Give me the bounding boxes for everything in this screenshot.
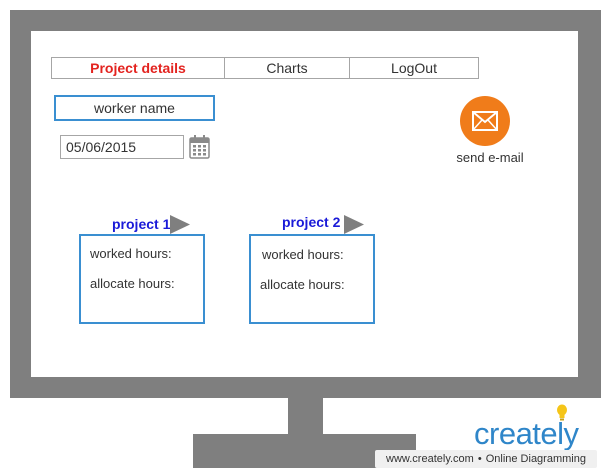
project-2-allocate-hours-label: allocate hours: <box>260 277 345 292</box>
worker-name-input[interactable]: worker name <box>54 95 215 121</box>
footer-tagline: Online Diagramming <box>485 453 586 465</box>
project-2-arrow-icon[interactable] <box>344 215 364 234</box>
tab-charts[interactable]: Charts <box>225 58 350 78</box>
lightbulb-icon <box>557 404 567 421</box>
envelope-icon <box>472 111 498 131</box>
calendar-icon[interactable] <box>189 135 210 159</box>
tab-bar: Project details Charts LogOut <box>51 57 479 79</box>
tab-project-details[interactable]: Project details <box>52 58 225 78</box>
send-email-label: send e-mail <box>456 150 524 165</box>
screen <box>31 31 578 377</box>
project-1-worked-hours-label: worked hours: <box>90 246 172 261</box>
tab-logout[interactable]: LogOut <box>350 58 478 78</box>
footer-url[interactable]: www.creately.com <box>386 453 474 465</box>
project-2-title: project 2 <box>282 214 341 230</box>
project-1-card: worked hours: allocate hours: <box>79 234 205 324</box>
footer-separator: • <box>477 453 482 465</box>
project-1-allocate-hours-label: allocate hours: <box>90 276 175 291</box>
project-1-title: project 1 <box>112 216 171 232</box>
project-1-arrow-icon[interactable] <box>170 215 190 234</box>
send-email-button[interactable] <box>460 96 510 146</box>
creately-footer: www.creately.com • Online Diagramming <box>375 450 597 468</box>
project-2-worked-hours-label: worked hours: <box>262 247 344 262</box>
monitor-stand-neck <box>288 398 323 434</box>
project-2-card: worked hours: allocate hours: <box>249 234 375 324</box>
date-input[interactable]: 05/06/2015 <box>60 135 184 159</box>
